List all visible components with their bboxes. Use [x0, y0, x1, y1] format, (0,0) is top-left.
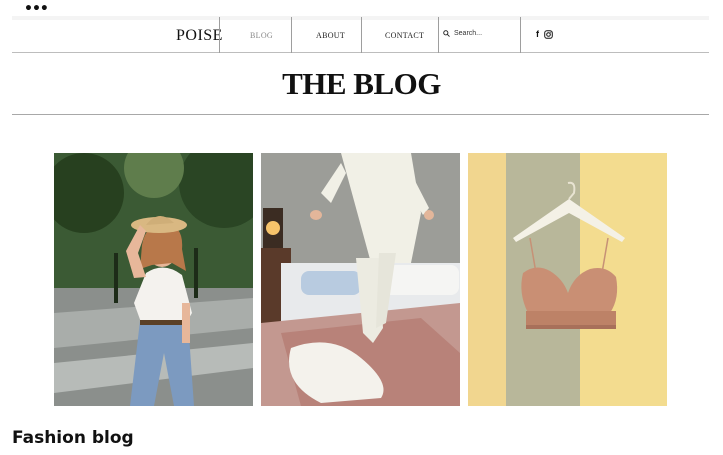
- title-divider: [12, 114, 709, 115]
- search-input[interactable]: Search...: [454, 30, 482, 37]
- site-header: POISE BLOG ABOUT CONTACT Search... f: [12, 17, 709, 53]
- nav-divider: [219, 17, 220, 53]
- search-icon: [443, 30, 450, 37]
- blog-caption: Fashion blog: [12, 428, 134, 448]
- social-links: f: [536, 29, 553, 39]
- instagram-icon[interactable]: [544, 29, 553, 39]
- blog-post-image-3[interactable]: [468, 153, 667, 406]
- more-options-icon[interactable]: •••: [24, 2, 49, 16]
- blog-post-image-2[interactable]: [261, 153, 460, 406]
- nav-divider: [361, 17, 362, 53]
- blog-post-image-1[interactable]: [54, 153, 253, 406]
- nav-divider: [520, 17, 521, 53]
- nav-item-blog[interactable]: BLOG: [250, 31, 273, 40]
- facebook-icon[interactable]: f: [536, 29, 539, 39]
- nav-divider: [438, 17, 439, 53]
- page-title: THE BLOG: [282, 66, 441, 101]
- nav-item-about[interactable]: ABOUT: [316, 31, 345, 40]
- search-box[interactable]: Search...: [443, 30, 482, 37]
- site-logo[interactable]: POISE: [176, 27, 223, 45]
- nav-item-contact[interactable]: CONTACT: [385, 31, 424, 40]
- nav-divider: [291, 17, 292, 53]
